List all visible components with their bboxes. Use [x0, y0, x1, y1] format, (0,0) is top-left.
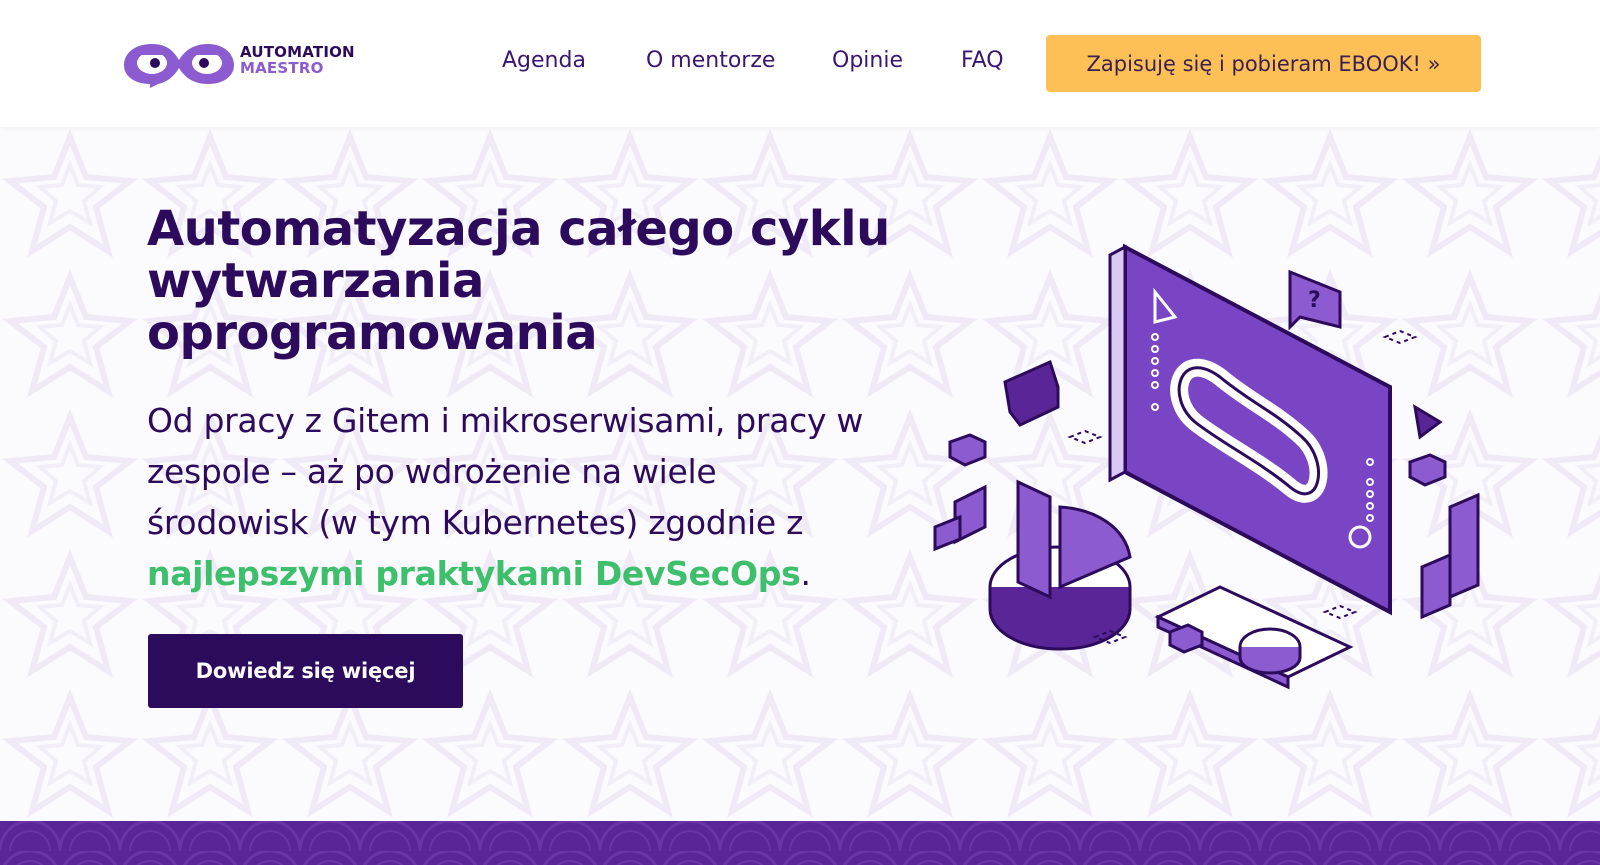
hero-title-line-3: oprogramowania	[147, 305, 598, 361]
hero-description: Od pracy z Gitem i mikroserwisami, pracy…	[147, 395, 867, 599]
devops-monitor-infinity-illustration-icon: ?	[933, 243, 1480, 690]
nav-link-agenda[interactable]: Agenda	[502, 46, 586, 76]
svg-text:?: ?	[1308, 288, 1321, 313]
logo-line-1: AUTOMATION	[240, 43, 355, 61]
hero-description-accent: najlepszymi praktykami DevSecOps	[147, 554, 801, 593]
infinity-eyes-logo-icon	[124, 44, 234, 88]
strip-wave-pattern	[0, 821, 1600, 865]
hero-description-end: .	[800, 554, 811, 593]
ebook-signup-button[interactable]: Zapisuję się i pobieram EBOOK! »	[1046, 35, 1481, 92]
hero-title-line-1: Automatyzacja całego cyklu	[147, 201, 890, 257]
nav-link-opinie[interactable]: Opinie	[832, 46, 903, 76]
learn-more-button[interactable]: Dowiedz się więcej	[148, 634, 463, 708]
logo[interactable]: AUTOMATION MAESTRO	[120, 38, 360, 92]
nav-link-o-mentorze[interactable]: O mentorze	[646, 46, 775, 76]
section-divider-strip	[0, 821, 1600, 865]
nav-link-faq[interactable]: FAQ	[961, 46, 1004, 76]
hero-title: Automatyzacja całego cyklu wytwarzania o…	[147, 203, 907, 359]
logo-line-2: MAESTRO	[240, 59, 324, 77]
hero-description-text: Od pracy z Gitem i mikroserwisami, pracy…	[147, 401, 864, 542]
logo-text: AUTOMATION MAESTRO	[240, 44, 355, 76]
hero-section: Automatyzacja całego cyklu wytwarzania o…	[0, 127, 1600, 821]
site-header: AUTOMATION MAESTRO Agenda O mentorze Opi…	[0, 0, 1600, 127]
hero-title-line-2: wytwarzania	[147, 253, 484, 309]
